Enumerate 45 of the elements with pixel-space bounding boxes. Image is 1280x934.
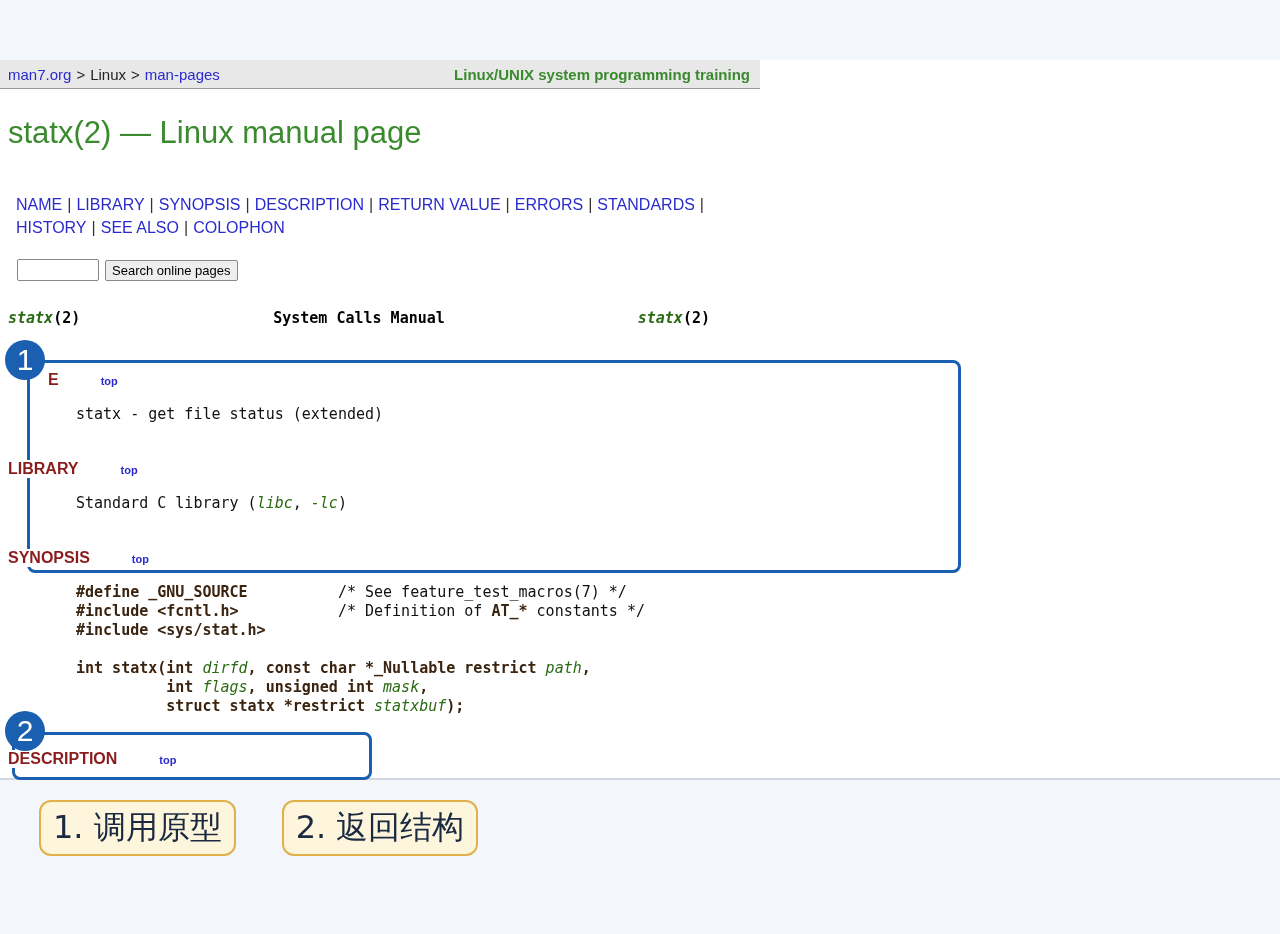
link-separator: | (91, 218, 96, 238)
breadcrumb-text: > (131, 65, 140, 83)
link-separator: | (149, 195, 154, 215)
top-link[interactable]: top (159, 754, 177, 766)
section-link[interactable]: DESCRIPTION (254, 193, 365, 216)
breadcrumb-text: > (76, 65, 86, 83)
section-link[interactable]: SEE ALSO (100, 216, 179, 239)
section-link[interactable]: SYNOPSIS (158, 193, 241, 216)
link-separator: | (699, 195, 704, 215)
search-field[interactable] (17, 259, 99, 281)
section-text: Standard C library (libc, -lc) (76, 494, 347, 513)
breadcrumb-text: Linux (90, 65, 126, 83)
section-heading: LIBRARY (8, 460, 81, 478)
breadcrumb-link[interactable]: man7.org (8, 65, 72, 83)
section-text: statx - get file status (extended) (76, 405, 384, 424)
page-title: statx(2) — Linux manual page (8, 114, 423, 152)
breadcrumb-link[interactable]: man-pages (144, 65, 220, 83)
annotation-label: 2. 返回结构 (281, 800, 479, 856)
link-separator: | (588, 195, 593, 215)
top-link[interactable]: top (100, 375, 118, 387)
number-marker: 2 (5, 711, 45, 751)
link-separator: | (245, 195, 250, 215)
section-link[interactable]: RETURN VALUE (378, 193, 501, 216)
search-button[interactable]: Search online pages (105, 259, 238, 281)
man-header-left: statx(2) (8, 309, 81, 327)
link-separator: | (67, 195, 72, 215)
section-link[interactable]: COLOPHON (193, 216, 285, 239)
section-link[interactable]: ERRORS (514, 193, 584, 216)
link-separator: | (183, 218, 189, 238)
section-link[interactable]: NAME (16, 193, 63, 216)
section-heading: DESCRIPTION (8, 750, 120, 768)
section-link[interactable]: STANDARDS (597, 193, 695, 216)
link-separator: | (369, 195, 374, 215)
section-link[interactable]: LIBRARY (76, 193, 145, 216)
man-header-right: statx(2) (637, 309, 710, 327)
man-header-center: System Calls Manual (273, 309, 445, 327)
top-link[interactable]: top (120, 464, 138, 476)
annotation-label: 1. 调用原型 (39, 800, 236, 856)
section-link[interactable]: HISTORY (16, 216, 87, 239)
section-heading: SYNOPSIS (8, 549, 92, 567)
top-link[interactable]: top (131, 553, 149, 565)
number-marker: 1 (5, 340, 45, 380)
training-link[interactable]: Linux/UNIX system programming training (454, 65, 750, 83)
code-text: #define _GNU_SOURCE /* See feature_test_macros(7) */ #include <fcntl.h> /* Definition of AT_* constants */ #include <sys/stat.h> int statx(int dirfd, const char *_Nullable restrict path, int flags, unsigned int mask, struct statx *restrict statxbuf); (76, 583, 645, 716)
link-separator: | (505, 195, 510, 215)
